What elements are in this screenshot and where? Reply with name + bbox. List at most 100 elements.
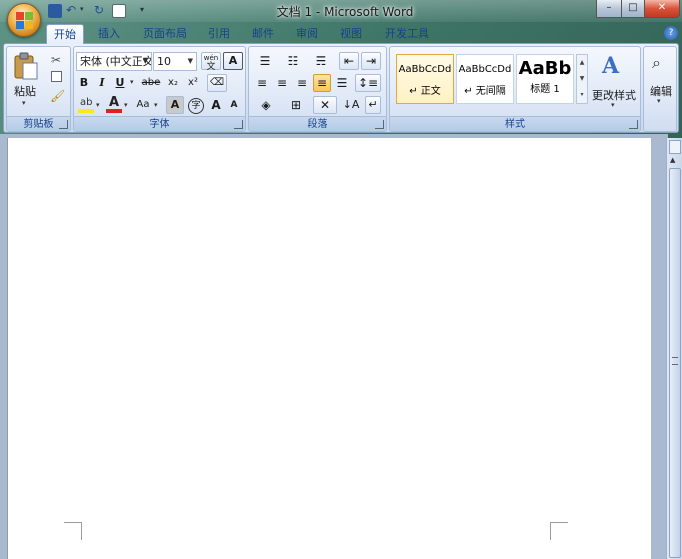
paragraph-group-label: 段落 — [249, 116, 386, 131]
align-left-button[interactable]: ≡ — [253, 74, 271, 92]
chevron-down-icon[interactable]: ▼ — [577, 71, 587, 87]
shrink-font-button[interactable]: A — [226, 96, 242, 114]
tab-references[interactable]: 引用 — [202, 24, 236, 44]
decrease-indent-button[interactable]: ⇤ — [339, 52, 359, 70]
font-group: 宋体 (中文正文 ▼ 10 ▼ wén 文 A B I U ▾ abe x₂ x²… — [73, 46, 246, 132]
ruler-toggle-icon[interactable] — [669, 140, 681, 154]
bullets-button[interactable]: ☰ — [253, 52, 277, 70]
style-normal[interactable]: AaBbCcDd ↵ 正文 — [396, 54, 454, 104]
sort-button[interactable]: ↓A — [341, 96, 361, 114]
font-family-select[interactable]: 宋体 (中文正文 ▼ — [76, 52, 152, 71]
bold-button[interactable]: B — [76, 74, 92, 92]
show-marks-button[interactable]: ↵ — [365, 96, 381, 114]
change-styles-button[interactable]: A 更改样式 ▾ — [590, 51, 638, 113]
style-no-spacing[interactable]: AaBbCcDd ↵ 无间隔 — [456, 54, 514, 104]
tab-developer[interactable]: 开发工具 — [380, 24, 434, 44]
paragraph-launcher-icon[interactable] — [375, 120, 384, 129]
multilevel-list-icon: ☴ — [315, 54, 327, 68]
cut-icon[interactable]: ✂ — [51, 53, 61, 67]
enclose-characters-button[interactable]: 字 — [186, 96, 206, 114]
superscript-button[interactable]: x² — [184, 74, 202, 92]
font-size-select[interactable]: 10 ▼ — [153, 52, 197, 71]
undo-icon[interactable]: ↶ — [66, 4, 78, 18]
clipboard-launcher-icon[interactable] — [59, 120, 68, 129]
style-name: ↵ 正文 — [409, 86, 441, 97]
justify-button[interactable]: ≡ — [313, 74, 331, 92]
scrollbar-thumb[interactable] — [669, 168, 681, 558]
font-color-button[interactable]: A — [106, 95, 122, 113]
shading-button[interactable]: ◈ — [253, 96, 279, 114]
copy-icon[interactable] — [51, 71, 62, 82]
clipboard-group: 粘贴 ▾ ✂ 🖌 剪贴板 — [6, 46, 71, 132]
character-border-button[interactable]: A — [223, 52, 243, 70]
grow-font-button[interactable]: A — [208, 96, 224, 114]
highlight-dropdown-icon[interactable]: ▾ — [96, 101, 100, 109]
paste-icon[interactable] — [13, 51, 39, 81]
more-styles-icon[interactable]: ▾ — [577, 87, 587, 103]
underline-button[interactable]: U — [112, 74, 128, 92]
paste-label[interactable]: 粘贴 — [10, 83, 40, 99]
font-color-dropdown-icon[interactable]: ▾ — [124, 101, 128, 109]
customize-qat-icon[interactable]: ▾ — [140, 5, 144, 14]
change-case-dropdown-icon[interactable]: ▾ — [154, 101, 158, 109]
close-button[interactable]: ✕ — [644, 0, 680, 18]
strikethrough-button[interactable]: abe — [140, 74, 162, 92]
tab-page-layout[interactable]: 页面布局 — [138, 24, 192, 44]
italic-button[interactable]: I — [94, 74, 110, 92]
editing-group[interactable]: ⌕ 编辑 ▾ — [643, 46, 677, 132]
distributed-button[interactable]: ☰ — [333, 74, 351, 92]
character-shading-button[interactable]: A — [166, 96, 184, 114]
justify-icon: ≡ — [316, 76, 328, 90]
phonetic-guide-char-icon: 文 — [206, 62, 216, 72]
save-icon[interactable] — [48, 4, 62, 18]
tab-review[interactable]: 审阅 — [290, 24, 324, 44]
highlight-color-bar — [78, 109, 94, 113]
chevron-up-icon[interactable]: ▲ — [577, 55, 587, 71]
numbering-button[interactable]: ☷ — [281, 52, 305, 70]
align-center-button[interactable]: ≡ — [273, 74, 291, 92]
font-family-value: 宋体 (中文正文 — [80, 55, 152, 68]
help-icon[interactable]: ? — [664, 26, 678, 40]
scroll-up-icon[interactable]: ▲ — [670, 156, 675, 164]
style-heading-1[interactable]: AaBb 标题 1 — [516, 54, 574, 104]
underline-dropdown-icon[interactable]: ▾ — [130, 78, 134, 86]
change-styles-icon: A — [602, 53, 620, 79]
increase-indent-button[interactable]: ⇥ — [361, 52, 381, 70]
paste-dropdown-icon[interactable]: ▾ — [22, 99, 26, 107]
minimize-button[interactable]: – — [596, 0, 622, 18]
borders-icon: ⊞ — [290, 98, 302, 112]
line-spacing-icon: ↕≡ — [357, 76, 379, 90]
chinese-layout-button[interactable]: ✕ — [313, 96, 337, 114]
margin-corner-right — [550, 522, 568, 540]
redo-icon[interactable]: ↻ — [94, 4, 106, 18]
align-right-button[interactable]: ≡ — [293, 74, 311, 92]
styles-gallery-scroll[interactable]: ▲ ▼ ▾ — [576, 54, 588, 104]
borders-button[interactable]: ⊞ — [283, 96, 309, 114]
multilevel-list-button[interactable]: ☴ — [309, 52, 333, 70]
vertical-scrollbar[interactable]: ▲ — [666, 138, 682, 559]
thumb-grip-icon — [672, 357, 678, 365]
tab-view[interactable]: 视图 — [334, 24, 368, 44]
font-launcher-icon[interactable] — [234, 120, 243, 129]
document-page[interactable] — [7, 138, 651, 559]
phonetic-guide-button[interactable]: wén 文 — [201, 52, 221, 72]
styles-launcher-icon[interactable] — [629, 120, 638, 129]
editing-label: 编辑 — [650, 85, 672, 98]
tab-home[interactable]: 开始 — [46, 24, 84, 44]
change-case-button[interactable]: Aa — [132, 96, 154, 114]
clear-formatting-button[interactable]: ⌫ — [207, 74, 227, 92]
style-sample: AaBbCcDd — [458, 64, 512, 75]
tab-mailings[interactable]: 邮件 — [246, 24, 280, 44]
print-preview-icon[interactable] — [112, 4, 126, 18]
office-logo-icon — [16, 12, 33, 29]
maximize-button[interactable]: □ — [621, 0, 645, 18]
tab-insert[interactable]: 插入 — [92, 24, 126, 44]
office-button[interactable] — [7, 3, 41, 37]
numbering-icon: ☷ — [287, 54, 299, 68]
format-painter-icon[interactable]: 🖌 — [50, 89, 65, 103]
sort-icon: ↓A — [342, 98, 360, 111]
undo-dropdown-icon[interactable]: ▾ — [80, 5, 84, 13]
line-spacing-button[interactable]: ↕≡ — [355, 74, 381, 92]
highlight-button[interactable]: ab — [78, 97, 94, 113]
subscript-button[interactable]: x₂ — [164, 74, 182, 92]
